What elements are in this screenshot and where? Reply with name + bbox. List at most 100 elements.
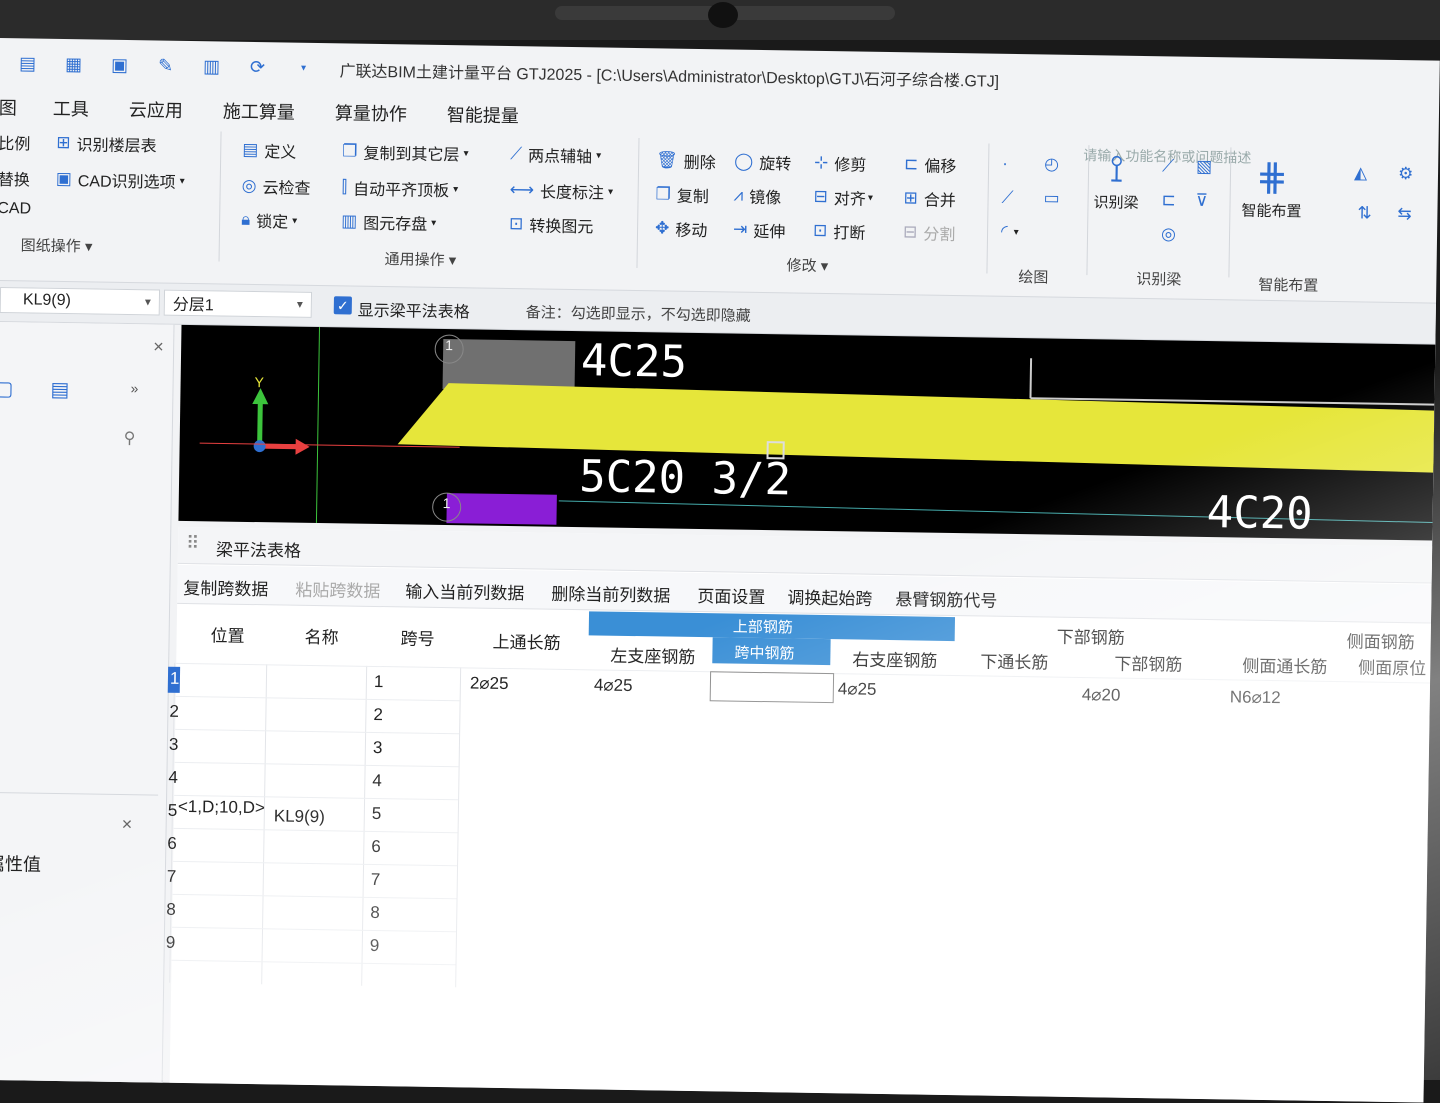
auto-align-slab-button[interactable]: ⫿ 自动平齐顶板 ▾ — [342, 175, 459, 201]
point-tool[interactable]: · — [1002, 154, 1014, 174]
selected-cell[interactable] — [709, 671, 835, 704]
identify-tool-5[interactable]: ◎ — [1161, 224, 1182, 244]
menu-item-construction[interactable]: 施工算量 — [223, 94, 295, 125]
menu-item-smart[interactable]: 智能提量 — [447, 97, 519, 128]
col-header-top-through[interactable]: 上通长筋 — [492, 628, 560, 654]
offset-button[interactable]: ⊏ 偏移 — [904, 152, 957, 177]
close-icon[interactable]: × — [121, 814, 133, 835]
table-icon[interactable]: ▦ — [55, 51, 91, 78]
position-cell[interactable]: <1,D;10,D> — [178, 795, 265, 820]
delete-button[interactable]: 🗑︎ 删除 — [656, 148, 716, 173]
col-header-side-original[interactable]: 侧面原位 — [1358, 653, 1426, 679]
save-icon[interactable]: ▥ — [193, 53, 229, 80]
pen-icon[interactable]: ✎ — [147, 52, 183, 79]
menu-item-collab[interactable]: 算量协作 — [335, 95, 407, 126]
cloud-check-button[interactable]: ◎ 云检查 — [242, 174, 311, 199]
extra-tool-4[interactable]: ⇆ — [1397, 204, 1418, 224]
new-icon[interactable]: ▤ — [9, 50, 45, 77]
identify-tool-3[interactable]: ⊏ — [1161, 190, 1182, 210]
col-header-bottom-through[interactable]: 下通长筋 — [980, 647, 1048, 673]
identify-tool-2[interactable]: ▧ — [1196, 157, 1218, 177]
row-number[interactable]: 5 — [168, 801, 178, 821]
sync-icon[interactable]: ⟳ — [239, 54, 275, 81]
span-cell[interactable]: 3 — [373, 738, 383, 758]
col-header-bottom-rebar[interactable]: 下部钢筋 — [1114, 650, 1182, 676]
col-header-side-through[interactable]: 侧面通长筋 — [1242, 652, 1327, 678]
col-header-span[interactable]: 跨号 — [400, 624, 434, 650]
col-header-left-seat[interactable]: 左支座钢筋 — [610, 642, 695, 668]
row-number[interactable]: 9 — [166, 933, 176, 953]
extra-tool-3[interactable]: ⇅ — [1357, 203, 1378, 223]
row-number[interactable]: 2 — [169, 702, 179, 722]
row-number[interactable]: 3 — [169, 735, 179, 755]
replace-button[interactable]: 替换 — [0, 166, 30, 190]
search-icon[interactable]: ⚲ — [124, 428, 136, 448]
page-setup-button[interactable]: 页面设置 — [697, 582, 765, 608]
move-button[interactable]: ✥ 移动 — [655, 216, 708, 241]
row-number[interactable]: 7 — [167, 867, 177, 887]
trim-button[interactable]: ⊹ 修剪 — [814, 151, 867, 176]
span-cell[interactable]: 9 — [370, 936, 380, 956]
customize-icon[interactable]: ▾ — [285, 54, 321, 81]
convert-element-button[interactable]: ⊡ 转换图元 — [509, 212, 594, 237]
row-number[interactable]: 1 — [170, 669, 180, 689]
cad-options-button[interactable]: ▣ CAD识别选项 ▾ — [56, 167, 185, 193]
circle-tool[interactable]: ◴ — [1044, 154, 1065, 174]
side-through-cell[interactable]: N6⌀12 — [1230, 687, 1281, 708]
drag-handle-icon[interactable]: ⠿ — [186, 533, 200, 554]
swap-start-span-button[interactable]: 调换起始跨 — [787, 583, 872, 609]
extra-tool-2[interactable]: ⚙︎ — [1398, 164, 1420, 184]
close-icon[interactable]: × — [153, 336, 164, 357]
smart-layout-button[interactable]: ⋕ 智能布置 — [1241, 156, 1302, 222]
layout-icon[interactable]: ▣ — [101, 52, 137, 79]
layer-select[interactable]: 分层1 ▼ — [163, 289, 313, 318]
merge-button[interactable]: ⊞ 合并 — [903, 186, 956, 211]
col-header-position[interactable]: 位置 — [210, 621, 244, 647]
identify-tool-4[interactable]: ⊽ — [1195, 191, 1214, 211]
menu-item-cloud[interactable]: 云应用 — [129, 92, 183, 123]
right-seat-cell[interactable]: 4⌀25 — [838, 679, 877, 700]
copy-to-layer-button[interactable]: ❐ 复制到其它层 ▾ — [342, 139, 469, 165]
col-header-right-seat[interactable]: 右支座钢筋 — [852, 645, 937, 671]
identify-floor-table-button[interactable]: ⊞ 识别楼层表 — [56, 131, 157, 157]
align-button[interactable]: ⊟ 对齐 ▾ — [813, 185, 873, 210]
define-button[interactable]: ▤ 定义 — [242, 138, 296, 163]
delete-column-button[interactable]: 删除当前列数据 — [551, 580, 670, 607]
menu-item-tools[interactable]: 工具 — [53, 91, 89, 122]
copy-span-data-button[interactable]: 复制跨数据 — [183, 574, 268, 600]
rect-tool[interactable]: ▭ — [1043, 188, 1065, 208]
lock-button[interactable]: 🔒︎ 锁定 ▾ — [241, 208, 297, 233]
two-point-axis-button[interactable]: ⟋ 两点辅轴 ▾ — [510, 142, 601, 167]
identify-beam-button[interactable]: ⟟ 识别梁 — [1093, 147, 1139, 213]
drawing-canvas[interactable]: 4C25 5C20 3/2 4C20 1 1 Y — [178, 324, 1436, 541]
length-dim-button[interactable]: ⟷ 长度标注 ▾ — [509, 178, 614, 204]
span-cell[interactable]: 5 — [372, 804, 382, 824]
input-column-button[interactable]: 输入当前列数据 — [405, 577, 524, 604]
left-seat-cell[interactable]: 4⌀25 — [594, 675, 633, 696]
row-number[interactable]: 8 — [166, 900, 176, 920]
span-cell[interactable]: 4 — [372, 771, 382, 791]
cantilever-code-button[interactable]: 悬臂钢筋代号 — [895, 585, 997, 612]
split-button[interactable]: ⊟ 分割 — [903, 220, 956, 245]
rotate-button[interactable]: ◯ 旋转 — [734, 150, 791, 175]
cad-button[interactable]: CAD — [0, 200, 31, 219]
show-table-checkbox[interactable]: ✓ — [333, 296, 352, 315]
span-cell[interactable]: 2 — [373, 705, 383, 725]
row-number[interactable]: 6 — [167, 834, 177, 854]
scale-button[interactable]: 比例 — [0, 130, 31, 154]
span-cell[interactable]: 7 — [371, 870, 381, 890]
span-cell[interactable]: 8 — [370, 903, 380, 923]
element-save-button[interactable]: ▥ 图元存盘 ▾ — [341, 209, 436, 234]
bottom-rebar-cell[interactable]: 4⌀20 — [1082, 685, 1121, 706]
copy-button[interactable]: ❐ 复制 — [655, 182, 709, 207]
extend-button[interactable]: ⇥ 延伸 — [733, 218, 786, 243]
break-button[interactable]: ⊡ 打断 — [813, 219, 866, 244]
arc-tool[interactable]: ◜ ▾ — [1001, 222, 1019, 242]
span-cell[interactable]: 6 — [371, 837, 381, 857]
element-select[interactable]: KL9(9) ▼ — [0, 287, 161, 316]
panel-layout-icon[interactable]: ▤ — [50, 377, 69, 402]
row-number[interactable]: 4 — [168, 768, 178, 788]
panel-tool-icon[interactable]: ▢ — [0, 376, 14, 401]
mirror-button[interactable]: ⩘ 镜像 — [733, 184, 781, 209]
paste-span-data-button[interactable]: 粘贴跨数据 — [295, 576, 380, 602]
